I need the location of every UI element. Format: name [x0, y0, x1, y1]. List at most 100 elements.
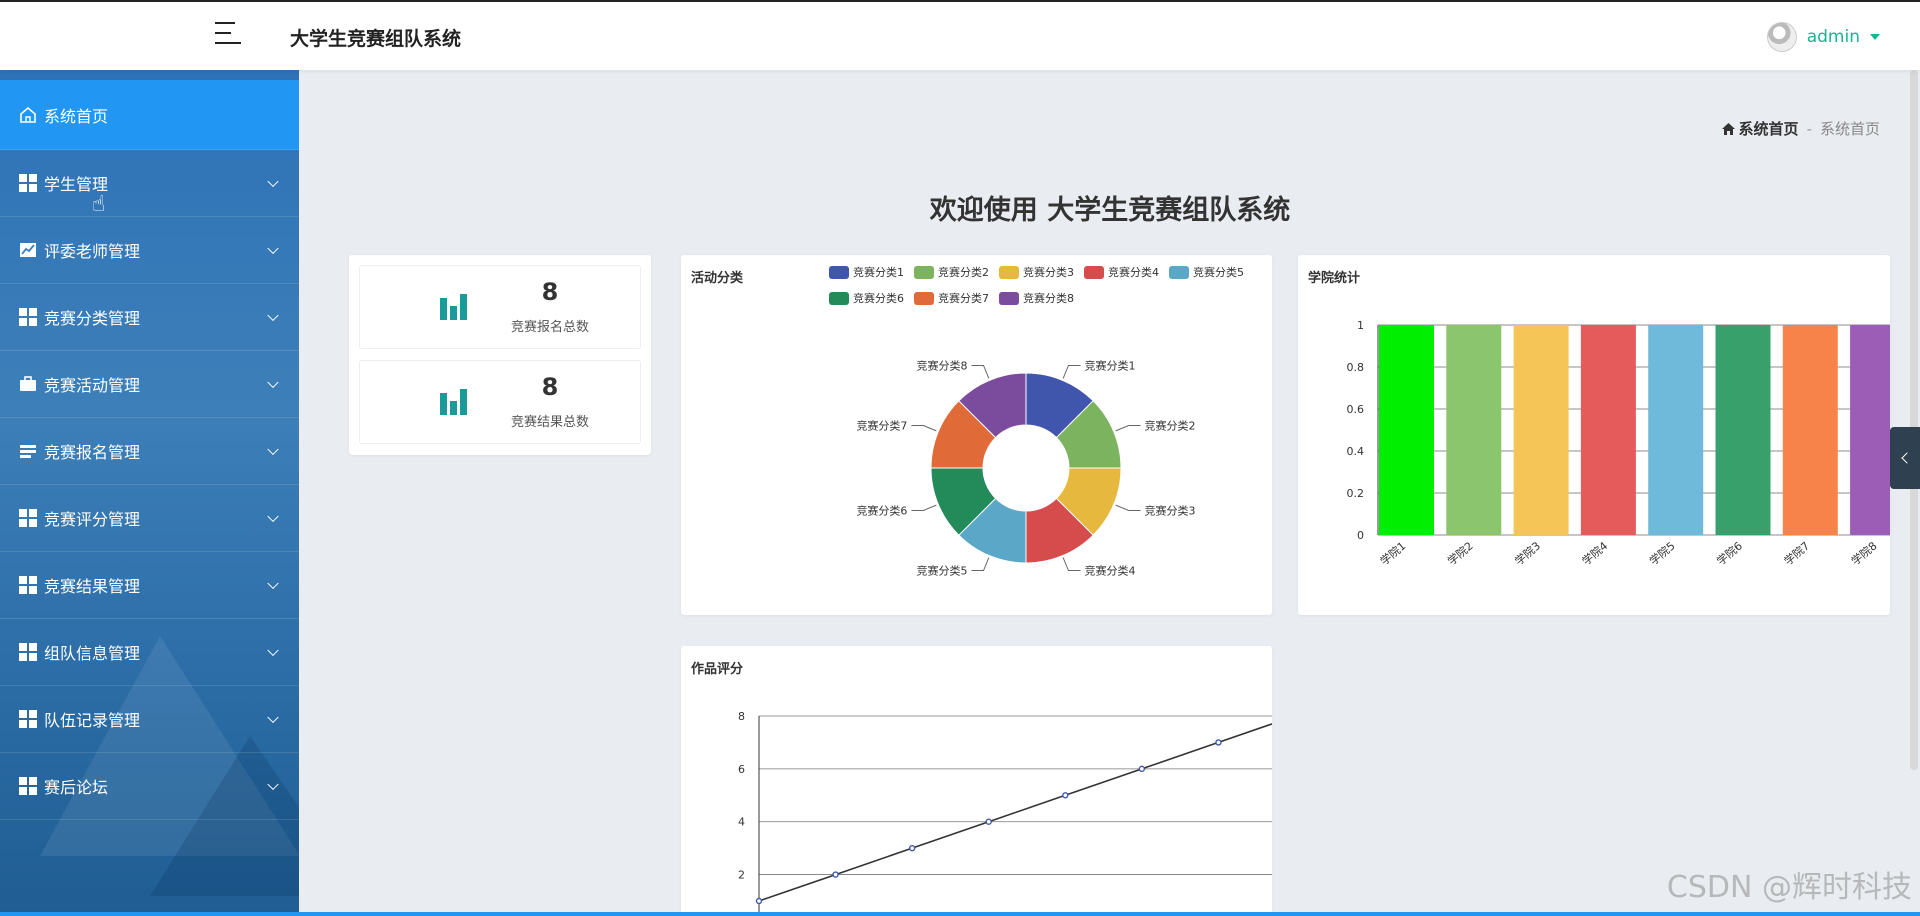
caret-down-icon [1870, 34, 1880, 40]
sidebar-item-label: 竞赛活动管理 [44, 376, 141, 395]
pie-label-line [971, 557, 990, 572]
x-tick-label: 学院6 [1714, 539, 1745, 568]
sidebar-item-label: 赛后论坛 [44, 778, 109, 797]
sidebar-item-category[interactable]: 竞赛分类管理 [0, 284, 299, 351]
x-tick-label: 学院2 [1445, 539, 1476, 568]
pie-label-line [911, 504, 937, 511]
chevron-down-icon [267, 242, 279, 255]
collapse-panel-tab[interactable] [1890, 427, 1920, 489]
chevron-down-icon [267, 644, 279, 657]
pie-label-line [1115, 425, 1141, 432]
y-tick-label: 0.8 [1347, 361, 1365, 374]
pie-slice-label: 竞赛分类1 [1084, 358, 1135, 372]
data-point [755, 897, 763, 905]
work-score-chart: 作品评分 2468 [681, 646, 1272, 916]
sidebar-item-team-records[interactable]: 队伍记录管理 [0, 686, 299, 753]
chevron-down-icon [267, 711, 279, 724]
y-tick-label: 0 [1357, 529, 1364, 542]
pie-chart: 竞赛分类1 竞赛分类2 竞赛分类3 竞赛分类4 竞赛分类5 竞赛分类6 竞赛分类7 竞赛分类8 [856, 358, 1196, 577]
stat-card-results: 8 竞赛结果总数 [359, 360, 641, 444]
list-icon [18, 441, 38, 461]
mouse-cursor-icon: ☝ [92, 192, 106, 217]
bar [1850, 325, 1890, 535]
chevron-down-icon [267, 778, 279, 791]
bar [1715, 325, 1771, 535]
sidebar-item-forum[interactable]: 赛后论坛 [0, 753, 299, 820]
y-tick-label: 0.2 [1347, 487, 1365, 500]
college-stats-chart: 学院统计 0 0.2 0.4 0.6 0.8 1 学院1 学院2 学院3 学院4 学院5 学院6 学院7… [1298, 255, 1890, 615]
y-tick-label: 6 [738, 763, 745, 776]
sidebar-item-label: 组队信息管理 [44, 644, 141, 663]
bar [1648, 325, 1704, 535]
user-menu[interactable]: admin [1766, 22, 1880, 52]
app-title: 大学生竞赛组队系统 [290, 28, 462, 50]
sidebar-item-scoring[interactable]: 竞赛评分管理 [0, 485, 299, 552]
top-header: 大学生竞赛组队系统 admin [0, 0, 1920, 70]
stat-label: 竞赛结果总数 [510, 415, 589, 430]
x-tick-label: 学院3 [1512, 539, 1543, 568]
x-tick-label: 学院8 [1848, 539, 1879, 568]
y-tick-label: 1 [1357, 319, 1364, 332]
menu-toggle-icon[interactable] [215, 22, 245, 52]
breadcrumb-current: 系统首页 [1819, 120, 1880, 138]
data-point [1138, 765, 1146, 773]
sidebar-item-students[interactable]: 学生管理 [0, 150, 299, 217]
pie-label-line [971, 364, 990, 379]
grid-icon [18, 173, 38, 193]
sidebar-item-signup[interactable]: 竞赛报名管理 [0, 418, 299, 485]
bar-chart: 0 0.2 0.4 0.6 0.8 1 学院1 学院2 学院3 学院4 学院5 学院6 学院7 学院8 [1347, 319, 1890, 568]
grid-icon [18, 709, 38, 729]
bar [1379, 325, 1434, 535]
grid-icon [18, 307, 38, 327]
sidebar-item-label: 竞赛评分管理 [44, 510, 141, 529]
user-name: admin [1806, 27, 1860, 47]
sidebar-item-label: 系统首页 [44, 106, 109, 126]
home-icon [1721, 122, 1735, 135]
watermark: CSDN @辉时科技 [1666, 870, 1912, 905]
pie-label-line [911, 425, 937, 432]
pie-label-line [1062, 364, 1081, 379]
sidebar-item-label: 队伍记录管理 [44, 711, 141, 730]
briefcase-icon [18, 374, 38, 394]
chevron-down-icon [267, 376, 279, 389]
bar-chart-icon [440, 294, 467, 320]
pie-slice-label: 竞赛分类2 [1145, 419, 1196, 433]
home-icon [18, 105, 38, 125]
y-tick-label: 4 [738, 816, 745, 829]
sidebar-item-results[interactable]: 竞赛结果管理 [0, 552, 299, 619]
chevron-down-icon [267, 577, 279, 590]
data-point [832, 871, 839, 878]
pie-slice-label: 竞赛分类8 [917, 358, 968, 372]
stat-value: 8 [541, 278, 559, 306]
sidebar-item-activity[interactable]: 竞赛活动管理 [0, 351, 299, 418]
bar-chart-icon [440, 389, 467, 415]
chevron-down-icon [267, 510, 279, 523]
data-point [1215, 739, 1222, 746]
y-tick-label: 0.4 [1347, 445, 1365, 458]
data-point [1062, 792, 1069, 799]
breadcrumb-separator: - [1806, 119, 1812, 138]
breadcrumb-home-label: 系统首页 [1738, 120, 1799, 138]
bar [1580, 325, 1636, 535]
grid-icon [18, 508, 38, 528]
grid-icon [18, 776, 38, 796]
sidebar-item-home[interactable]: 系统首页 [0, 80, 299, 150]
page-scrollbar[interactable] [1910, 70, 1918, 770]
chevron-down-icon [267, 443, 279, 456]
sidebar-item-label: 竞赛结果管理 [44, 577, 141, 596]
sidebar-item-team-info[interactable]: 组队信息管理 [0, 619, 299, 686]
data-point [908, 844, 916, 852]
sidebar-item-judges[interactable]: 评委老师管理 [0, 217, 299, 284]
breadcrumb-home[interactable]: 系统首页 [1721, 118, 1799, 139]
bar [1782, 325, 1838, 535]
data-point [985, 818, 992, 825]
bar [1446, 325, 1502, 535]
welcome-title: 欢迎使用 大学生竞赛组队系统 [929, 195, 1291, 226]
grid-icon [18, 642, 38, 662]
breadcrumb: 系统首页 - 系统首页 [1721, 118, 1880, 139]
pie-label-line [1062, 557, 1081, 572]
sidebar: 系统首页 学生管理 评委老师管理 竞赛分类管理 竞赛活动管理 竞赛报名管理 竞赛… [0, 70, 299, 916]
avatar [1766, 22, 1797, 52]
sidebar-item-label: 竞赛报名管理 [44, 443, 141, 462]
y-tick-label: 2 [738, 869, 745, 882]
